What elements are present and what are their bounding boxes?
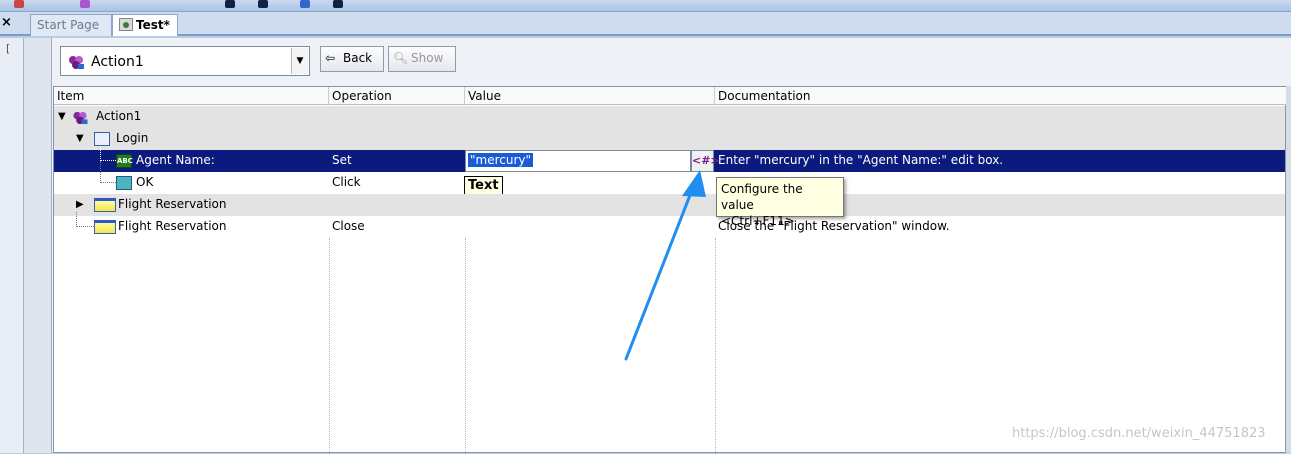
row-item: Agent Name: [136, 153, 215, 167]
action-select[interactable]: Action1 ▼ [60, 46, 310, 76]
row-item: Login [116, 131, 149, 145]
table-row[interactable]: Flight Reservation Close Close the "Flig… [54, 212, 1285, 238]
magnifier-icon: 🔍︎ [393, 51, 409, 65]
window-icon [94, 198, 116, 212]
tree-line [100, 161, 116, 183]
tab-label: Test* [136, 18, 170, 32]
value-type-tag: Text [464, 176, 503, 195]
test-document-icon [119, 18, 133, 31]
toolbar-icon-purple[interactable] [80, 0, 90, 8]
table-row-selected[interactable]: ABC Agent Name: Set "mercury" <#> Enter … [54, 146, 1285, 172]
login-form-icon [94, 132, 110, 146]
show-button-label: Show [411, 51, 444, 65]
close-icon[interactable]: × [1, 15, 12, 30]
toolbar-icon-dark[interactable] [225, 0, 235, 8]
row-item: OK [136, 175, 154, 189]
gutter-bracket: [ [6, 42, 11, 55]
window-icon [94, 220, 116, 234]
configure-value-button[interactable]: <#> [691, 150, 720, 172]
column-divider [465, 238, 466, 454]
configure-value-tooltip: Configure the value <Ctrl+F11> [716, 177, 844, 228]
show-button[interactable]: 🔍︎ Show [388, 46, 456, 72]
action-select-value: Action1 [91, 54, 144, 70]
top-toolbar-strip [0, 0, 1291, 12]
document-tab-bar: × Start Page Test* [0, 12, 1291, 36]
right-scroll-edge[interactable] [1286, 86, 1291, 453]
tooltip-line-2: <Ctrl+F11> [721, 214, 795, 228]
toolbar-icon-dark-2[interactable] [258, 0, 268, 8]
chevron-down-icon[interactable]: ▼ [291, 48, 308, 74]
expand-triangle-icon[interactable]: ▶ [76, 199, 84, 210]
column-divider [329, 238, 330, 454]
back-arrow-icon: ⇦ [325, 51, 336, 65]
table-row[interactable]: ▼ Login [54, 128, 1285, 150]
action-icon [73, 111, 88, 125]
value-input[interactable]: "mercury" [465, 150, 691, 172]
watermark: https://blog.csdn.net/weixin_44751823 [1012, 426, 1266, 441]
expand-triangle-icon[interactable]: ▼ [58, 111, 66, 122]
column-header-item[interactable]: Item [54, 87, 329, 105]
back-button-label: Back [343, 51, 373, 65]
column-header-documentation[interactable]: Documentation [715, 87, 1285, 105]
row-documentation: Enter "mercury" in the "Agent Name:" edi… [718, 153, 1004, 167]
row-operation[interactable]: Close [332, 219, 365, 233]
row-item: Action1 [96, 109, 142, 123]
table-row[interactable]: ▼ Action1 [54, 106, 1285, 128]
row-item: Flight Reservation [118, 197, 227, 211]
tab-label: Start Page [37, 18, 100, 32]
edit-box-icon: ABC [116, 154, 133, 168]
keyword-grid: Item Operation Value Documentation ▼ Act… [53, 86, 1287, 454]
row-item: Flight Reservation [118, 219, 227, 233]
tooltip-line-1: Configure the value [721, 182, 803, 212]
action-icon [69, 56, 84, 69]
column-header-operation[interactable]: Operation [329, 87, 465, 105]
value-input-text: "mercury" [468, 153, 534, 167]
expand-triangle-icon[interactable]: ▼ [76, 133, 84, 144]
row-operation[interactable]: Set [332, 153, 352, 167]
back-button[interactable]: ⇦ Back [320, 46, 384, 72]
inner-left-bar [24, 38, 52, 453]
tab-test[interactable]: Test* [112, 14, 178, 36]
table-row[interactable]: ▶ Flight Reservation [54, 194, 1285, 216]
left-gutter-panel: [ [0, 38, 24, 453]
tab-start-page[interactable]: Start Page [30, 14, 112, 36]
grid-header: Item Operation Value Documentation [54, 87, 1287, 105]
column-header-value[interactable]: Value [465, 87, 715, 105]
toolbar-icon-red[interactable] [14, 0, 24, 8]
row-operation[interactable]: Click [332, 175, 361, 189]
button-object-icon [116, 176, 132, 190]
toolbar-icon-blue[interactable] [300, 0, 310, 8]
column-divider [715, 238, 716, 454]
toolbar-icon-dark-3[interactable] [333, 0, 343, 8]
table-row[interactable]: OK Click [54, 161, 1285, 194]
tree-line [76, 212, 94, 227]
tree-line [100, 146, 116, 161]
